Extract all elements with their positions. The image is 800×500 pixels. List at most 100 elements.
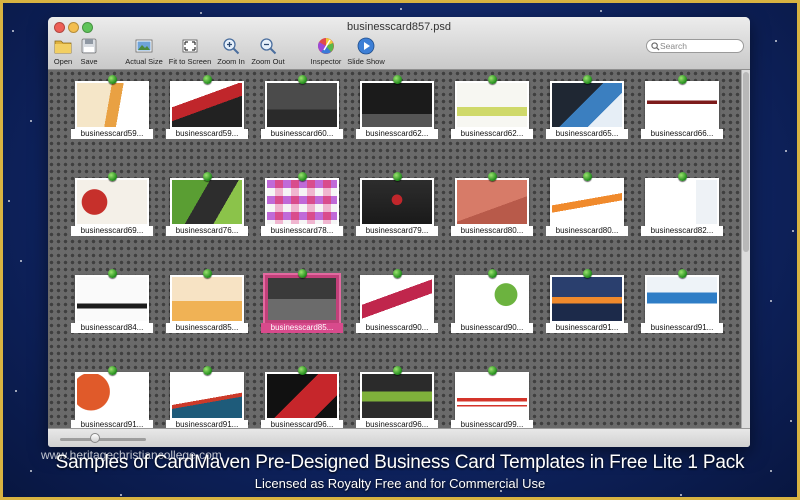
thumbnail-image[interactable] <box>170 178 244 226</box>
thumbnail-size-slider-knob[interactable] <box>90 433 100 443</box>
zoom-in-icon <box>223 38 240 55</box>
thumbnail[interactable]: businesscard62... <box>451 75 533 139</box>
thumbnail[interactable]: businesscard91... <box>641 269 723 333</box>
thumbnail-image[interactable] <box>550 81 624 129</box>
open-button[interactable]: Open <box>52 37 74 66</box>
thumbnail[interactable]: businesscard66... <box>641 75 723 139</box>
thumbnail[interactable]: businesscard76... <box>166 172 248 236</box>
thumbnail[interactable]: businesscard91... <box>546 269 628 333</box>
thumbnail[interactable]: businesscard84... <box>71 269 153 333</box>
fit-to-screen-button[interactable]: Fit to Screen <box>168 37 212 66</box>
thumbnail-image[interactable] <box>455 275 529 323</box>
thumbnail-selected[interactable]: businesscard85... <box>261 269 343 333</box>
thumbnail[interactable]: businesscard59... <box>166 75 248 139</box>
zoom-out-button[interactable]: Zoom Out <box>250 37 286 66</box>
business-card-preview <box>267 180 337 224</box>
thumbnail[interactable]: businesscard96... <box>261 366 343 430</box>
pushpin-icon <box>298 269 307 278</box>
thumbnail[interactable]: businesscard60... <box>261 75 343 139</box>
thumbnail-image[interactable] <box>645 81 719 129</box>
thumbnail[interactable]: businesscard90... <box>451 269 533 333</box>
thumbnail-image[interactable] <box>455 178 529 226</box>
scrollbar-thumb[interactable] <box>743 72 749 252</box>
thumbnail-grid[interactable]: businesscard59... businesscard59... busine… <box>48 70 750 430</box>
pushpin-icon <box>583 75 592 84</box>
thumbnail-image[interactable] <box>360 81 434 129</box>
thumbnail[interactable]: businesscard78... <box>261 172 343 236</box>
thumbnail-image[interactable] <box>265 81 339 129</box>
thumbnail-label: businesscard84... <box>71 323 153 333</box>
business-card-preview <box>457 277 527 321</box>
fit-to-screen-label: Fit to Screen <box>168 57 212 66</box>
thumbnail-label: businesscard62... <box>356 129 438 139</box>
search-field[interactable]: Search <box>646 39 744 53</box>
thumbnail-image[interactable] <box>455 372 529 420</box>
thumbnail-image[interactable] <box>645 178 719 226</box>
thumbnail[interactable]: businesscard82... <box>641 172 723 236</box>
thumbnail-image[interactable] <box>360 178 434 226</box>
thumbnail-label: businesscard76... <box>166 226 248 236</box>
save-button[interactable]: Save <box>78 37 100 66</box>
thumbnail-label: businesscard80... <box>451 226 533 236</box>
thumbnail-image[interactable] <box>360 372 434 420</box>
thumbnail[interactable]: businesscard65... <box>546 75 628 139</box>
actual-size-button[interactable]: Actual Size <box>124 37 164 66</box>
thumbnail[interactable]: businesscard96... <box>356 366 438 430</box>
star <box>15 390 17 392</box>
pushpin-icon <box>203 269 212 278</box>
star <box>12 30 14 32</box>
pushpin-icon <box>298 366 307 375</box>
thumbnail[interactable]: businesscard90... <box>356 269 438 333</box>
pushpin-icon <box>108 366 117 375</box>
thumbnail[interactable]: businesscard99... <box>451 366 533 430</box>
business-card-preview <box>172 277 242 321</box>
thumbnail[interactable]: businesscard91... <box>71 366 153 430</box>
zoom-out-label: Zoom Out <box>251 57 285 66</box>
thumbnail-image[interactable] <box>265 372 339 420</box>
thumbnail-image[interactable] <box>455 81 529 129</box>
pushpin-icon <box>393 366 402 375</box>
pushpin-icon <box>108 172 117 181</box>
thumbnail[interactable]: businesscard91... <box>166 366 248 430</box>
thumbnail[interactable]: businesscard80... <box>451 172 533 236</box>
star <box>30 120 32 122</box>
business-card-preview <box>647 277 717 321</box>
thumbnail-image[interactable] <box>170 372 244 420</box>
pushpin-icon <box>393 269 402 278</box>
vertical-scrollbar[interactable] <box>741 70 750 428</box>
thumbnail[interactable]: businesscard79... <box>356 172 438 236</box>
thumbnail-label: businesscard91... <box>641 323 723 333</box>
thumbnail-image[interactable] <box>75 372 149 420</box>
thumbnail-image[interactable] <box>170 81 244 129</box>
thumbnail[interactable]: businesscard80... <box>546 172 628 236</box>
thumbnail-image[interactable] <box>75 275 149 323</box>
thumbnail-image[interactable] <box>170 275 244 323</box>
business-card-preview <box>457 180 527 224</box>
zoom-in-button[interactable]: Zoom In <box>214 37 248 66</box>
bottom-bar <box>48 428 750 447</box>
pushpin-icon <box>488 269 497 278</box>
inspector-button[interactable]: Inspector <box>309 37 343 66</box>
thumbnail[interactable]: businesscard59... <box>71 75 153 139</box>
window-title: businesscard857.psd <box>347 21 451 33</box>
thumbnail-image[interactable] <box>75 81 149 129</box>
pushpin-icon <box>203 75 212 84</box>
slide-show-label: Slide Show <box>347 57 385 66</box>
play-icon <box>357 37 375 55</box>
thumbnail-image[interactable] <box>265 178 339 226</box>
thumbnail-image[interactable] <box>75 178 149 226</box>
thumbnail-image[interactable] <box>550 178 624 226</box>
slide-show-button[interactable]: Slide Show <box>346 37 386 66</box>
thumbnail-size-slider[interactable] <box>60 438 146 441</box>
pushpin-icon <box>583 172 592 181</box>
pushpin-icon <box>203 366 212 375</box>
thumbnail-label: businesscard59... <box>71 129 153 139</box>
thumbnail[interactable]: businesscard62... <box>356 75 438 139</box>
thumbnail-image[interactable] <box>265 275 339 323</box>
thumbnail-image[interactable] <box>360 275 434 323</box>
app-window: businesscard857.psd Open Save Actual Siz… <box>48 17 750 447</box>
thumbnail[interactable]: businesscard69... <box>71 172 153 236</box>
thumbnail-image[interactable] <box>550 275 624 323</box>
thumbnail-image[interactable] <box>645 275 719 323</box>
thumbnail[interactable]: businesscard85... <box>166 269 248 333</box>
